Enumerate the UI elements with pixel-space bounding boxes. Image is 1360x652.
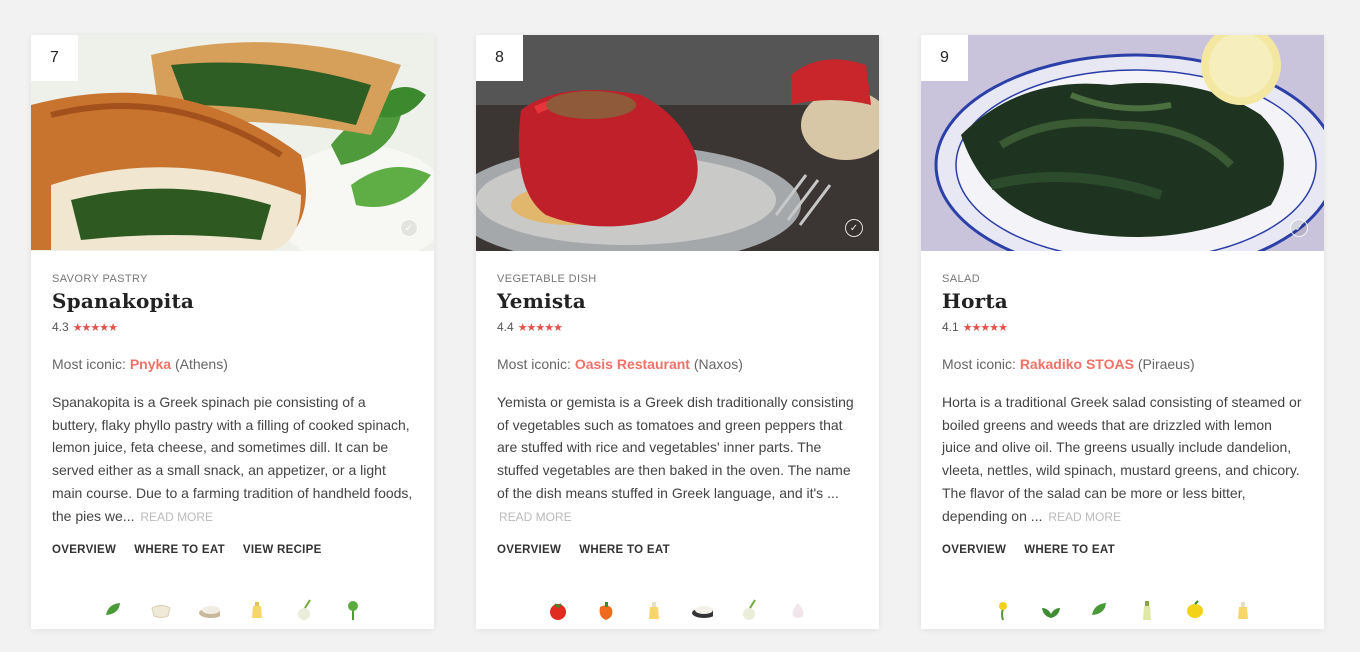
rating-value: 4.3 [52, 320, 69, 334]
checkmark-icon[interactable]: ✓ [400, 219, 418, 237]
where-to-eat-link[interactable]: WHERE TO EAT [1024, 544, 1115, 556]
herbs-icon[interactable] [1040, 599, 1062, 621]
pepper-icon[interactable] [595, 599, 617, 621]
most-iconic: Most iconic: Pnyka (Athens) [52, 356, 413, 372]
star-rating-icon: ★★★★★ [962, 321, 1008, 334]
horta-image [921, 35, 1324, 251]
description-text: Yemista or gemista is a Greek dish tradi… [497, 394, 854, 501]
dandelion-icon[interactable] [992, 599, 1014, 621]
rank-badge: 9 [921, 35, 968, 81]
onion-icon[interactable] [294, 599, 316, 621]
dish-description: Spanakopita is a Greek spinach pie consi… [52, 391, 413, 528]
spanakopita-image [31, 35, 434, 251]
where-to-eat-link[interactable]: WHERE TO EAT [134, 544, 225, 556]
description-text: Spanakopita is a Greek spinach pie consi… [52, 394, 413, 524]
star-rating-icon: ★★★★★ [72, 321, 118, 334]
ingredient-icons [31, 599, 434, 621]
most-iconic-label: Most iconic: [52, 356, 126, 372]
rank-badge: 7 [31, 35, 78, 81]
read-more-link[interactable]: READ MORE [499, 510, 572, 524]
card-links: OVERVIEW WHERE TO EAT [497, 544, 858, 556]
tomato-icon[interactable] [547, 599, 569, 621]
view-recipe-link[interactable]: VIEW RECIPE [243, 544, 322, 556]
butter-icon[interactable] [246, 599, 268, 621]
onion-icon[interactable] [739, 599, 761, 621]
read-more-link[interactable]: READ MORE [1048, 510, 1121, 524]
iconic-city: (Naxos) [693, 356, 743, 372]
dish-name[interactable]: Yemista [497, 289, 858, 313]
phyllo-icon[interactable] [150, 599, 172, 621]
dish-card-yemista: 8 ✓ VEGETABLE DISH Yemista 4.4 ★★★★★ Mos… [476, 35, 879, 629]
oil-icon[interactable] [643, 599, 665, 621]
most-iconic: Most iconic: Oasis Restaurant (Naxos) [497, 356, 858, 372]
read-more-link[interactable]: READ MORE [140, 510, 213, 524]
rank-badge: 8 [476, 35, 523, 81]
dish-card-horta: 9 ✓ SALAD Horta 4.1 ★★★★★ Most iconic: R… [921, 35, 1324, 629]
rating-value: 4.4 [497, 320, 514, 334]
iconic-place-link[interactable]: Pnyka [130, 356, 171, 372]
iconic-place-link[interactable]: Oasis Restaurant [575, 356, 690, 372]
dish-photo[interactable]: 9 ✓ [921, 35, 1324, 251]
dish-name[interactable]: Spanakopita [52, 289, 413, 313]
oil-icon[interactable] [1232, 599, 1254, 621]
olive-oil-icon[interactable] [1136, 599, 1158, 621]
spinach-icon[interactable] [102, 599, 124, 621]
dish-photo[interactable]: 8 ✓ [476, 35, 879, 251]
ingredient-icons [921, 599, 1324, 621]
spinach-icon[interactable] [1088, 599, 1110, 621]
dish-name[interactable]: Horta [942, 289, 1303, 313]
overview-link[interactable]: OVERVIEW [52, 544, 116, 556]
star-rating-icon: ★★★★★ [517, 321, 563, 334]
description-text: Horta is a traditional Greek salad consi… [942, 394, 1302, 524]
dish-description: Yemista or gemista is a Greek dish tradi… [497, 391, 858, 528]
most-iconic-label: Most iconic: [942, 356, 1016, 372]
iconic-place-link[interactable]: Rakadiko STOAS [1020, 356, 1134, 372]
overview-link[interactable]: OVERVIEW [497, 544, 561, 556]
card-links: OVERVIEW WHERE TO EAT [942, 544, 1303, 556]
dish-category: SAVORY PASTRY [52, 273, 148, 285]
dish-card-row: 7 ✓ SAVORY PASTRY Spanakopita 4.3 ★★★★★ … [31, 35, 1325, 629]
rating-value: 4.1 [942, 320, 959, 334]
overview-link[interactable]: OVERVIEW [942, 544, 1006, 556]
iconic-city: (Piraeus) [1137, 356, 1195, 372]
dish-description: Horta is a traditional Greek salad consi… [942, 391, 1303, 528]
most-iconic-label: Most iconic: [497, 356, 571, 372]
rating: 4.4 ★★★★★ [497, 320, 858, 334]
ingredient-icons [476, 599, 879, 621]
checkmark-icon[interactable]: ✓ [845, 219, 863, 237]
garlic-icon[interactable] [787, 599, 809, 621]
dish-category: SALAD [942, 273, 981, 285]
feta-icon[interactable] [198, 599, 220, 621]
dill-icon[interactable] [342, 599, 364, 621]
rating: 4.3 ★★★★★ [52, 320, 413, 334]
card-links: OVERVIEW WHERE TO EAT VIEW RECIPE [52, 544, 413, 556]
iconic-city: (Athens) [174, 356, 228, 372]
dish-photo[interactable]: 7 ✓ [31, 35, 434, 251]
lemon-icon[interactable] [1184, 599, 1206, 621]
checkmark-icon[interactable]: ✓ [1290, 219, 1308, 237]
rating: 4.1 ★★★★★ [942, 320, 1303, 334]
where-to-eat-link[interactable]: WHERE TO EAT [579, 544, 670, 556]
dish-card-spanakopita: 7 ✓ SAVORY PASTRY Spanakopita 4.3 ★★★★★ … [31, 35, 434, 629]
dish-category: VEGETABLE DISH [497, 273, 597, 285]
yemista-image [476, 35, 879, 251]
rice-icon[interactable] [691, 599, 713, 621]
most-iconic: Most iconic: Rakadiko STOAS (Piraeus) [942, 356, 1303, 372]
